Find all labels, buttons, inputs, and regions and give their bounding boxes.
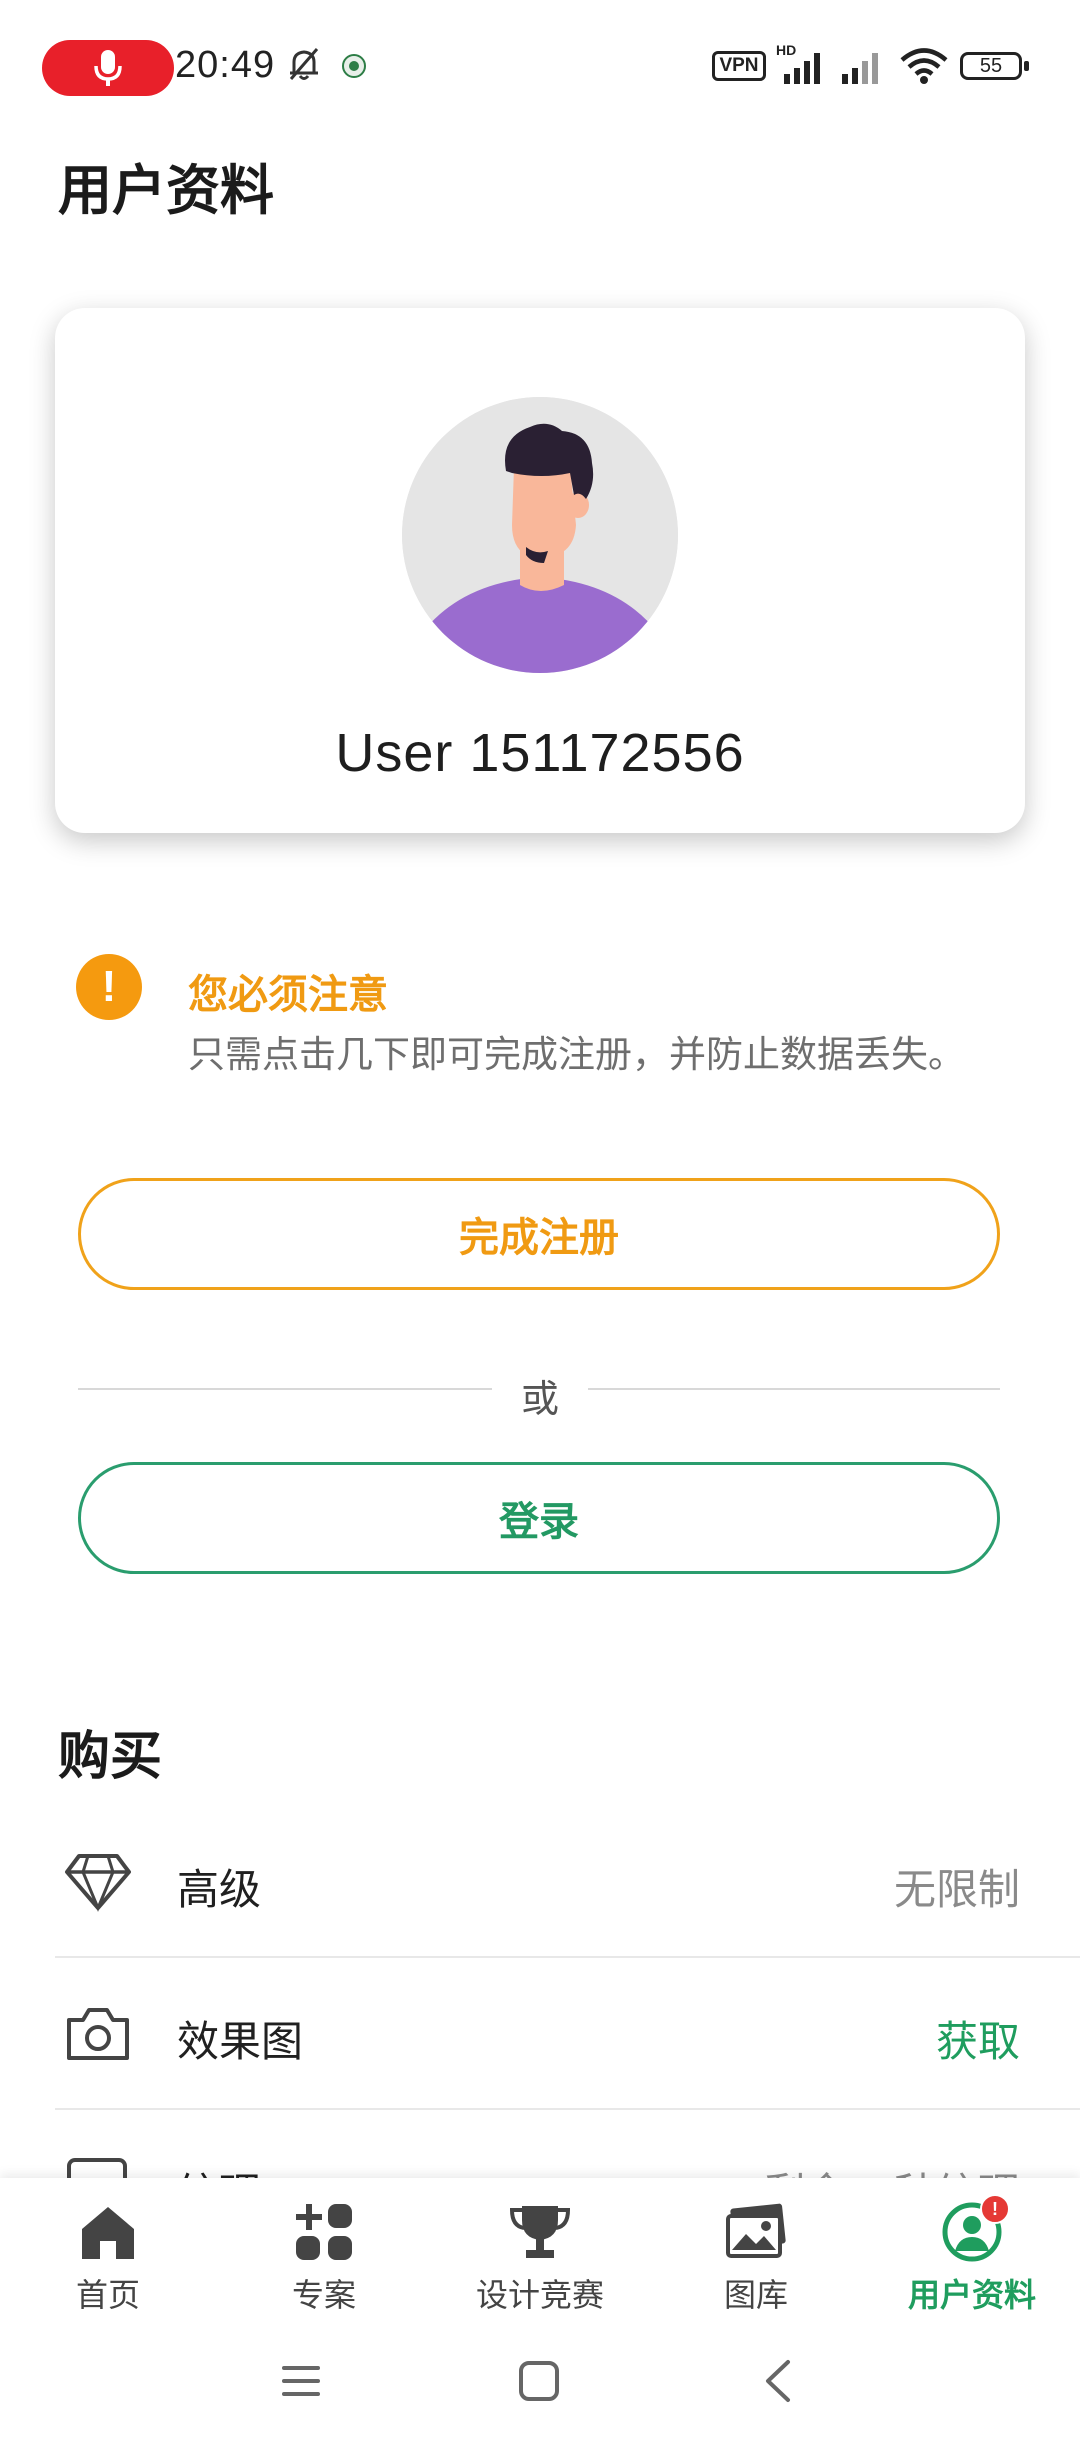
nav-projects[interactable]: 专案 [216,2178,432,2318]
or-label: 或 [520,1379,559,1421]
purchase-section-title: 购买 [58,1728,163,1786]
signal-icon-2 [838,48,888,86]
divider-left [78,1388,492,1390]
complete-registration-button[interactable]: 完成注册 [78,1178,1000,1290]
bottom-navigation: 首页 专案 设计竞赛 图库 ! 用户资料 [0,2178,1080,2318]
projects-icon [292,2200,356,2264]
nav-user-profile[interactable]: ! 用户资料 [864,2178,1080,2318]
nav-design-contest[interactable]: 设计竞赛 [432,2178,648,2318]
login-button[interactable]: 登录 [78,1462,1000,1574]
purchase-item-premium[interactable]: 高级 无限制 [55,1806,1080,1958]
notification-badge: ! [980,2194,1010,2224]
purchase-item-value: 剩余 5 种纹理 [763,2160,1020,2178]
diamond-icon [63,1850,133,1914]
wifi-icon [898,46,950,86]
nav-gallery[interactable]: 图库 [648,2178,864,2318]
vpn-label: VPN [712,51,766,81]
signal-icon: HD [776,42,830,86]
trophy-icon [508,2200,572,2264]
texture-icon [63,2154,133,2178]
divider-right [588,1388,1000,1390]
app-notification-icon [340,52,368,80]
purchase-item-label: 纹理 [177,2160,261,2178]
mic-recording-icon [94,50,122,86]
avatar-illustration [402,397,678,673]
home-square-icon[interactable] [516,2358,562,2404]
mic-recording-indicator[interactable] [42,40,174,96]
notice-title: 您必须注意 [188,973,388,1017]
status-bar: 20:49 VPN HD 55 [0,0,1080,135]
purchase-item-renders[interactable]: 效果图 获取 [55,1958,1080,2110]
purchase-item-label: 效果图 [177,2018,304,2065]
purchase-item-label: 高级 [177,1866,262,1913]
back-icon[interactable] [756,2358,802,2404]
nav-home[interactable]: 首页 [0,2178,216,2318]
notice-text: 只需点击几下即可完成注册，并防止数据丢失。 [188,1034,965,1075]
username: User 151172556 [335,723,745,783]
home-icon [76,2200,140,2264]
bell-off-icon [284,44,324,84]
camera-icon [63,2002,133,2066]
nav-label: 首页 [75,2277,140,2313]
battery-level: 55 [960,52,1022,80]
purchase-item-textures[interactable]: 纹理 剩余 5 种纹理 [55,2110,1080,2178]
get-renders-link[interactable]: 获取 [936,2008,1020,2069]
gallery-icon [724,2200,788,2264]
vpn-icon: VPN [712,48,766,84]
nav-label: 设计竞赛 [475,2277,604,2313]
warning-icon: ! [76,954,142,1020]
status-time: 20:49 [175,44,276,86]
menu-icon[interactable] [278,2358,324,2404]
nav-label: 用户资料 [907,2277,1036,2313]
nav-label: 专案 [291,2277,356,2313]
avatar[interactable] [402,397,678,673]
system-navigation-bar [0,2318,1080,2460]
page-title: 用户资料 [58,161,274,221]
user-profile-icon: ! [940,2194,1010,2264]
battery-icon: 55 [960,52,1032,84]
nav-label: 图库 [723,2277,788,2313]
purchase-item-value: 无限制 [893,1866,1020,1913]
